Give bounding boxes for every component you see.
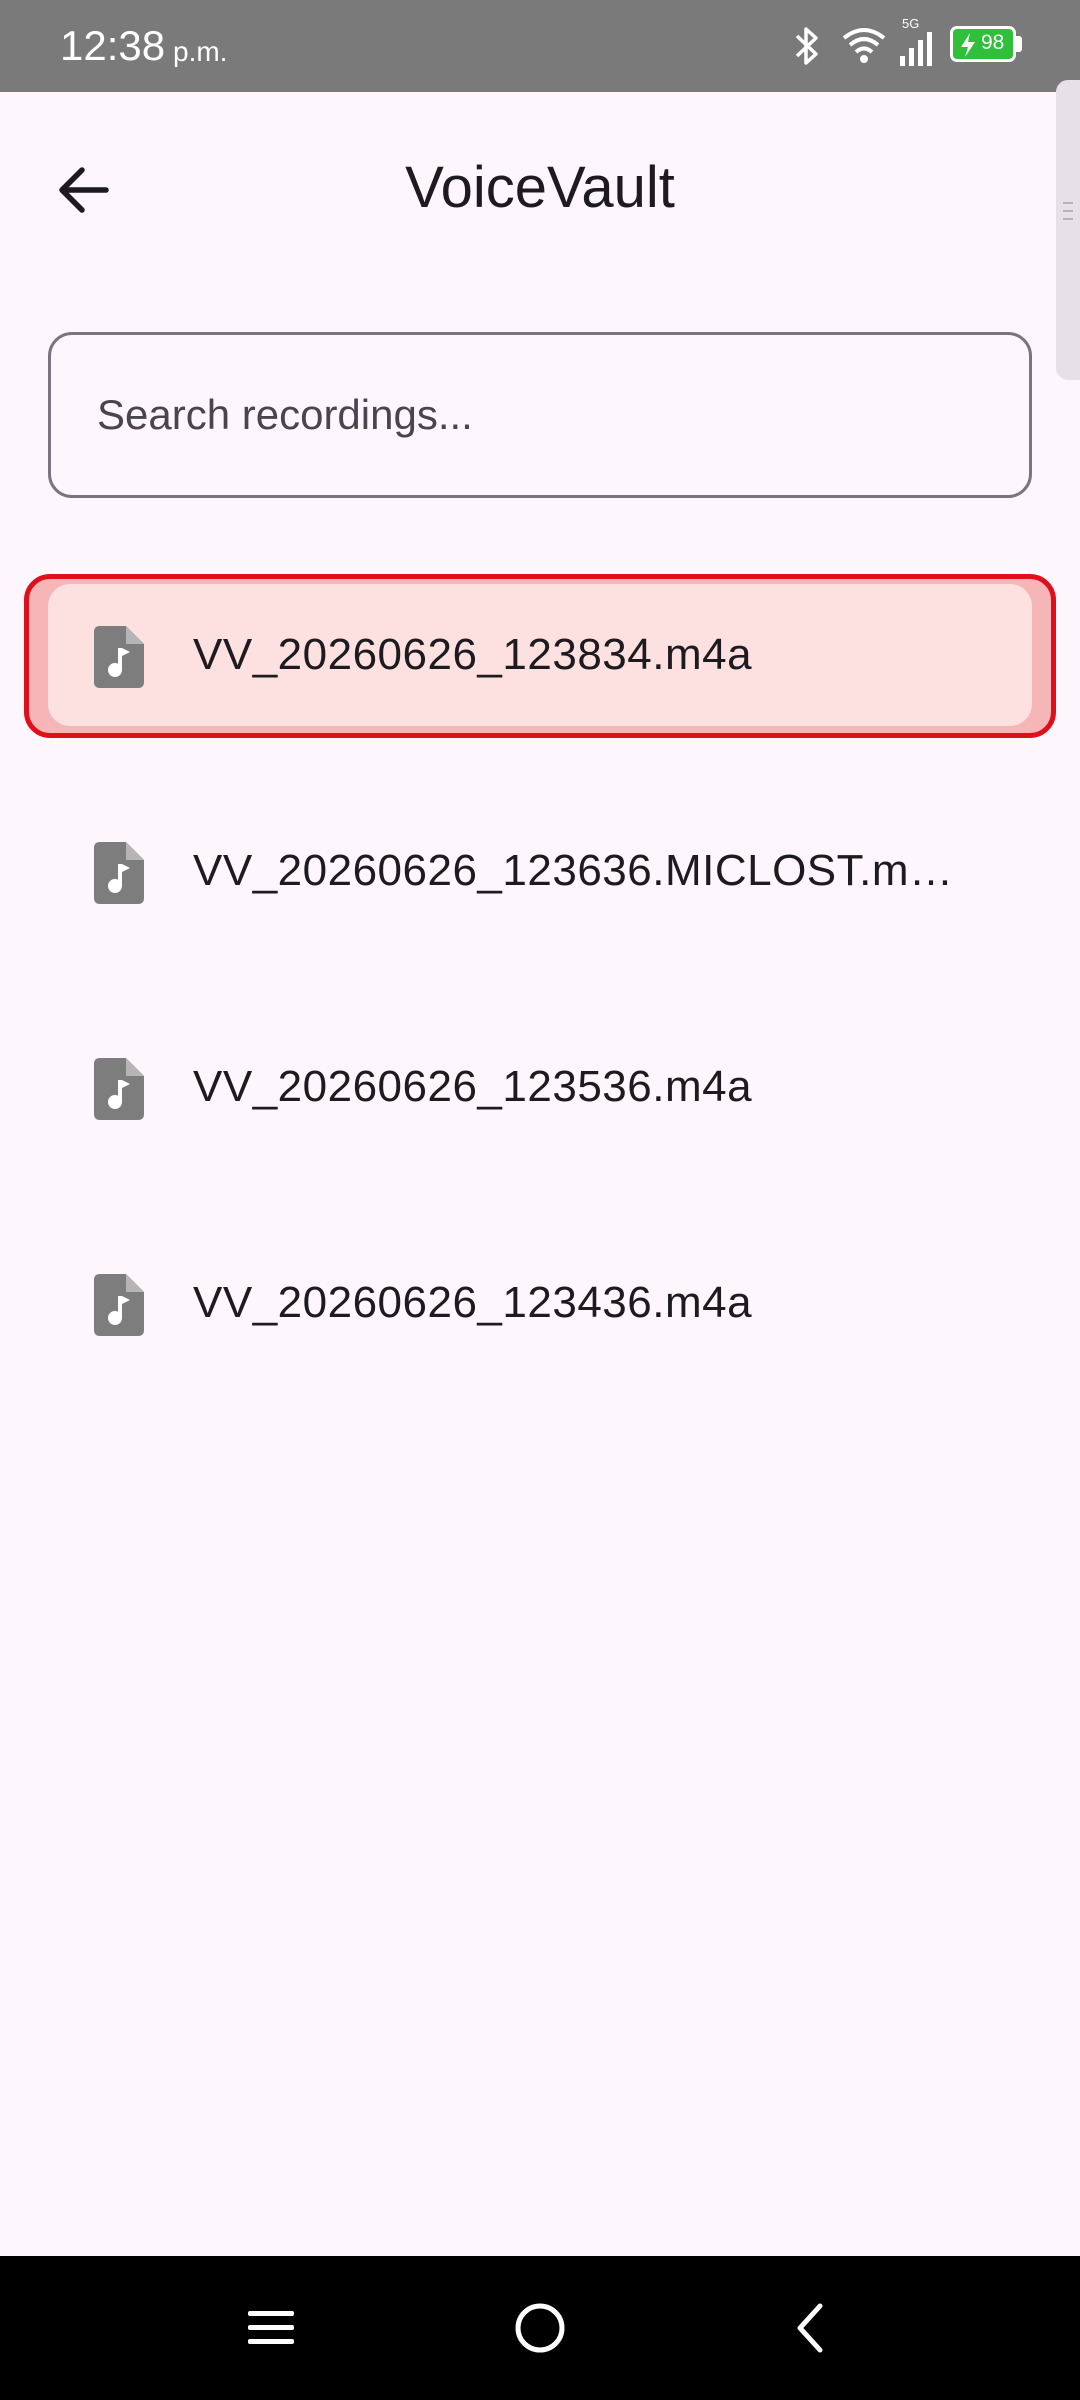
page-title: VoiceVault	[405, 155, 675, 220]
audio-file-icon	[94, 842, 144, 904]
audio-file-icon	[94, 1058, 144, 1120]
home-button[interactable]	[505, 2296, 575, 2360]
audio-file-icon	[94, 626, 144, 688]
battery-cap	[1016, 36, 1022, 52]
status-time: 12:38	[60, 22, 166, 69]
battery-level: 98	[981, 31, 1005, 54]
list-item[interactable]: VV_20260626_123834.m4a	[48, 584, 1032, 726]
home-icon	[515, 2303, 565, 2353]
system-nav-bar	[0, 2256, 1080, 2400]
battery-icon: 98	[950, 26, 1016, 62]
menu-icon	[248, 2311, 294, 2344]
back-icon	[797, 2303, 823, 2353]
search-field[interactable]	[48, 332, 1032, 498]
status-bar: 12:38 p.m. 5G 98	[0, 0, 1080, 92]
nav-back-button[interactable]	[775, 2296, 845, 2360]
list-item[interactable]: VV_20260626_123636.MICLOST.m…	[48, 800, 1032, 942]
list-item[interactable]: VV_20260626_123436.m4a	[48, 1232, 1032, 1374]
charging-bolt-icon	[959, 32, 977, 63]
network-label: 5G	[902, 16, 919, 31]
file-name: VV_20260626_123436.m4a	[193, 1278, 753, 1327]
file-name: VV_20260626_123834.m4a	[193, 630, 753, 679]
status-ampm: p.m.	[173, 36, 228, 67]
wifi-icon	[840, 20, 888, 73]
search-input[interactable]	[51, 335, 1029, 495]
menu-button[interactable]	[236, 2296, 306, 2360]
file-name: VV_20260626_123536.m4a	[193, 1062, 753, 1111]
bluetooth-icon	[792, 24, 822, 73]
scrollbar[interactable]	[1056, 80, 1080, 380]
list-item[interactable]: VV_20260626_123536.m4a	[48, 1016, 1032, 1158]
signal-icon: 5G	[898, 16, 938, 73]
file-name: VV_20260626_123636.MICLOST.m…	[193, 846, 954, 895]
audio-file-icon	[94, 1274, 144, 1336]
